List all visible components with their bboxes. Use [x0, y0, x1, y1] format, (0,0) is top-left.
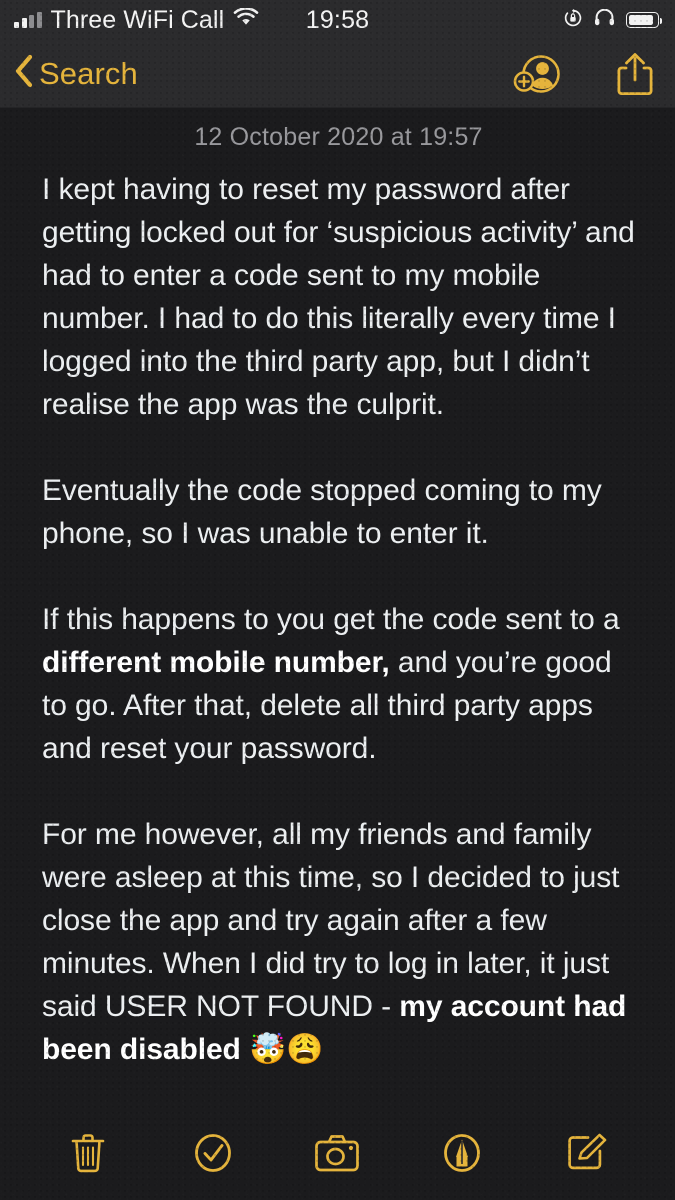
- checkmark-circle-icon: [192, 1131, 234, 1175]
- paragraph-spacer: [42, 770, 635, 813]
- camera-button[interactable]: [306, 1122, 368, 1184]
- back-button[interactable]: Search: [12, 51, 138, 96]
- note-text-area[interactable]: I kept having to reset my password after…: [42, 168, 635, 1071]
- note-paragraph: For me however, all my friends and famil…: [42, 813, 635, 1071]
- share-icon[interactable]: [615, 51, 655, 97]
- carrier-label: Three WiFi Call: [50, 5, 225, 34]
- delete-button[interactable]: [57, 1122, 119, 1184]
- notes-app-screen: Three WiFi Call 19:58 Search 12 October …: [0, 0, 675, 1200]
- paragraph-spacer: [42, 555, 635, 598]
- markup-pen-circle-icon: [441, 1131, 483, 1175]
- headphones-icon: [594, 8, 615, 31]
- note-paragraph: If this happens to you get the code sent…: [42, 598, 635, 770]
- chevron-left-icon: [12, 51, 36, 96]
- paragraph-spacer: [42, 426, 635, 469]
- compose-icon: [565, 1131, 609, 1175]
- body-text: I kept having to reset my password after…: [42, 173, 635, 421]
- back-button-label: Search: [39, 55, 138, 91]
- trash-icon: [68, 1130, 108, 1176]
- add-person-icon[interactable]: [513, 53, 563, 95]
- navbar-actions: [513, 51, 655, 97]
- note-paragraph: I kept having to reset my password after…: [42, 168, 635, 426]
- wifi-icon: [233, 7, 259, 32]
- note-paragraph: Eventually the code stopped coming to my…: [42, 469, 635, 555]
- status-bar: Three WiFi Call 19:58: [0, 0, 675, 40]
- bottom-toolbar: [0, 1114, 675, 1200]
- status-bar-right: [563, 8, 662, 33]
- rotation-lock-icon: [563, 8, 583, 33]
- signal-bars-icon: [14, 12, 42, 28]
- compose-button[interactable]: [556, 1122, 618, 1184]
- body-text: If this happens to you get the code sent…: [42, 603, 620, 636]
- note-timestamp: 12 October 2020 at 19:57: [194, 123, 483, 151]
- emphasised-text: different mobile number,: [42, 646, 390, 679]
- status-bar-left: Three WiFi Call: [14, 6, 259, 35]
- battery-icon: [626, 12, 662, 28]
- camera-icon: [314, 1133, 360, 1173]
- body-text: 🤯😩: [240, 1033, 324, 1066]
- body-text: Eventually the code stopped coming to my…: [42, 474, 602, 550]
- markup-button[interactable]: [431, 1122, 493, 1184]
- navigation-bar: Search: [0, 40, 675, 108]
- checklist-button[interactable]: [182, 1122, 244, 1184]
- note-content[interactable]: 12 October 2020 at 19:57 I kept having t…: [0, 108, 675, 1071]
